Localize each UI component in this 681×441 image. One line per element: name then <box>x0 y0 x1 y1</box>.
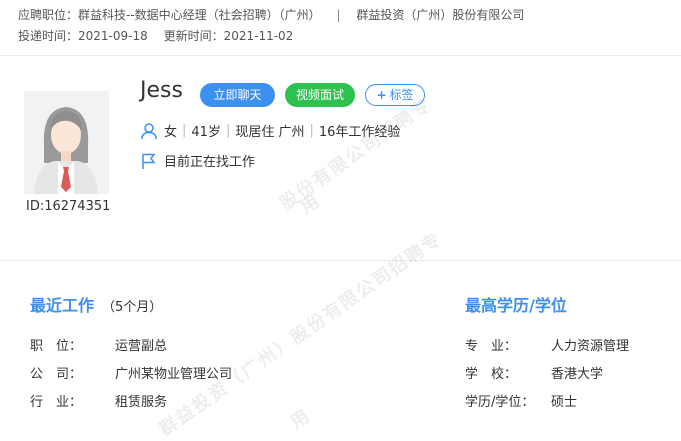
info-divider: | <box>182 123 187 138</box>
age: 41岁 <box>191 125 221 140</box>
work-position-value: 运营副总 <box>115 339 168 354</box>
education-section-title: 最高学历/学位 <box>465 296 567 315</box>
work-company-value: 广州某物业管理公司 <box>115 367 233 382</box>
status-text: 目前正在找工作 <box>164 155 256 170</box>
recent-work-title: 最近工作 <box>30 296 95 315</box>
add-tag-button[interactable]: + 标签 <box>365 84 425 106</box>
plus-icon: + <box>376 88 387 102</box>
application-meta: 应聘职位：群益科技--数据中心经理（社会招聘）（广州） | 群益投资（广州）股份… <box>18 5 524 47</box>
work-industry-label: 行 业： <box>30 395 83 410</box>
work-company-label: 公 司： <box>30 367 83 382</box>
edu-degree-label: 学历/学位： <box>465 395 535 410</box>
recent-work-duration: （5个月） <box>102 300 163 315</box>
watermark: 用 <box>296 189 326 219</box>
watermark: 用 <box>286 404 316 434</box>
application-position-line: 应聘职位：群益科技--数据中心经理（社会招聘）（广州） | 群益投资（广州）股份… <box>18 5 524 26</box>
female-avatar-icon <box>24 91 109 194</box>
section-divider <box>0 260 681 261</box>
job-search-status: 目前正在找工作 <box>140 151 255 170</box>
candidate-basic-info: 女 | 41岁 | 现居住 广州 | 16年工作经验 <box>140 121 400 140</box>
meta-separator: | <box>336 8 341 22</box>
flag-icon <box>140 152 158 170</box>
recent-work-section-title: 最近工作 （5个月） <box>30 292 162 316</box>
candidate-id: ID:16274351 <box>26 199 111 214</box>
work-experience: 16年工作经验 <box>318 125 401 140</box>
video-interview-button[interactable]: 视频面试 <box>285 83 355 107</box>
info-divider: | <box>225 123 231 138</box>
chat-now-button[interactable]: 立即聊天 <box>200 83 275 107</box>
candidate-name: Jess <box>140 78 183 103</box>
edu-major-label: 专 业： <box>465 339 518 354</box>
gender: 女 <box>164 125 178 140</box>
application-time-line: 投递时间：2021-09-18 更新时间：2021-11-02 <box>18 26 524 47</box>
info-divider: | <box>309 123 314 138</box>
update-time: 更新时间：2021-11-02 <box>163 29 294 43</box>
work-industry-value: 租赁服务 <box>115 395 168 410</box>
watermark: 股份有限公司招聘专 <box>276 94 436 215</box>
person-icon <box>140 122 158 140</box>
watermark: 群益投资（广州）股份有限公司招聘专 <box>155 228 447 441</box>
work-position-label: 职 位： <box>30 339 83 354</box>
residence: 现居住 广州 <box>235 125 305 140</box>
edu-major-value: 人力资源管理 <box>551 339 630 354</box>
add-tag-label: 标签 <box>389 88 414 102</box>
applied-position: 应聘职位：群益科技--数据中心经理（社会招聘）（广州） <box>18 8 321 22</box>
header-divider <box>0 55 681 56</box>
avatar <box>24 91 109 194</box>
edu-school-value: 香港大学 <box>551 367 604 382</box>
edu-degree-value: 硕士 <box>551 395 578 410</box>
company-name: 群益投资（广州）股份有限公司 <box>356 8 525 22</box>
submit-time: 投递时间：2021-09-18 <box>18 29 148 43</box>
edu-school-label: 学 校： <box>465 367 518 382</box>
